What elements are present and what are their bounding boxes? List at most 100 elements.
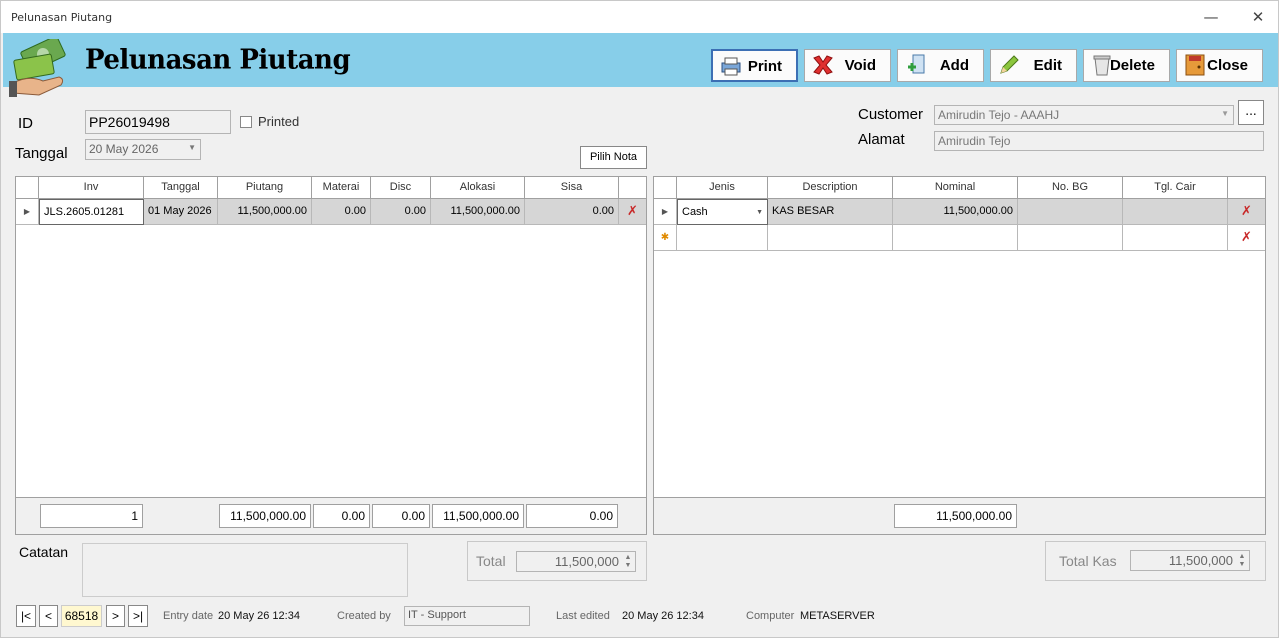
title-bar: Pelunasan Piutang — ✕ bbox=[1, 1, 1278, 33]
nav-first-button[interactable]: |< bbox=[16, 605, 36, 627]
tanggal-datepicker[interactable]: 20 May 2026 ▼ bbox=[85, 139, 201, 160]
catatan-textarea[interactable] bbox=[82, 543, 408, 597]
close-button[interactable]: Close bbox=[1176, 49, 1263, 82]
new-cell-no-bg[interactable] bbox=[1018, 225, 1123, 251]
row-header-corner bbox=[654, 177, 677, 199]
cell-nominal[interactable]: 11,500,000.00 bbox=[893, 199, 1018, 225]
computer-label: Computer bbox=[746, 610, 795, 622]
cell-inv[interactable]: JLS.2605.01281 bbox=[39, 199, 144, 225]
id-label: ID bbox=[18, 115, 33, 132]
cell-no-bg[interactable] bbox=[1018, 199, 1123, 225]
edit-label: Edit bbox=[1033, 57, 1062, 74]
col-alokasi[interactable]: Alokasi bbox=[431, 177, 525, 199]
money-hand-icon bbox=[9, 39, 66, 97]
col-description[interactable]: Description bbox=[768, 177, 893, 199]
nav-prev-button[interactable]: < bbox=[39, 605, 58, 627]
minimize-button[interactable]: — bbox=[1198, 7, 1224, 27]
invoice-grid: Inv Tanggal Piutang Materai Disc Alokasi… bbox=[15, 176, 647, 535]
total-label: Total bbox=[476, 553, 506, 569]
col-piutang[interactable]: Piutang bbox=[218, 177, 312, 199]
col-materai[interactable]: Materai bbox=[312, 177, 371, 199]
col-jenis[interactable]: Jenis bbox=[677, 177, 768, 199]
exit-door-icon bbox=[1185, 54, 1205, 76]
nav-last-button[interactable]: >| bbox=[128, 605, 148, 627]
red-x-icon bbox=[813, 55, 833, 75]
header-banner: Pelunasan Piutang Print Void Add Edit De… bbox=[3, 33, 1278, 97]
print-label: Print bbox=[747, 58, 782, 75]
jenis-value: Cash bbox=[682, 206, 708, 218]
add-label: Add bbox=[939, 57, 969, 74]
record-number[interactable]: 68518 bbox=[61, 605, 102, 627]
created-by-field: IT - Support bbox=[404, 606, 530, 626]
window: Pelunasan Piutang — ✕ Pelunasan Piutang … bbox=[0, 0, 1279, 638]
customer-label: Customer bbox=[858, 106, 924, 123]
new-cell-description[interactable] bbox=[768, 225, 893, 251]
col-delete bbox=[619, 177, 646, 199]
footer-alokasi: 11,500,000.00 bbox=[432, 504, 524, 528]
footer-materai: 0.00 bbox=[313, 504, 370, 528]
printed-label: Printed bbox=[258, 114, 300, 129]
id-field[interactable]: PP26019498 bbox=[85, 110, 231, 134]
print-button[interactable]: Print bbox=[711, 49, 798, 82]
close-label: Close bbox=[1207, 57, 1248, 74]
col-disc[interactable]: Disc bbox=[371, 177, 431, 199]
entry-date-label: Entry date bbox=[163, 610, 214, 622]
col-delete bbox=[1228, 177, 1265, 199]
printed-checkbox[interactable] bbox=[240, 116, 252, 128]
printer-icon bbox=[721, 57, 741, 76]
created-by-label: Created by bbox=[337, 610, 391, 622]
footer-sisa: 0.00 bbox=[526, 504, 618, 528]
total-group: Total 11,500,000 ▲ ▼ bbox=[467, 541, 647, 581]
total-kas-amount: 11,500,000 bbox=[1168, 553, 1233, 568]
void-label: Void bbox=[844, 57, 876, 74]
total-kas-value: 11,500,000 ▲ ▼ bbox=[1130, 550, 1250, 571]
pilih-nota-button[interactable]: Pilih Nota bbox=[580, 146, 647, 169]
delete-label: Delete bbox=[1109, 57, 1155, 74]
col-tanggal[interactable]: Tanggal bbox=[144, 177, 218, 199]
cell-alokasi[interactable]: 11,500,000.00 bbox=[431, 199, 525, 225]
new-cell-nominal[interactable] bbox=[893, 225, 1018, 251]
new-cell-tgl-cair[interactable] bbox=[1123, 225, 1228, 251]
cell-piutang[interactable]: 11,500,000.00 bbox=[218, 199, 312, 225]
void-button[interactable]: Void bbox=[804, 49, 891, 82]
last-edited-label: Last edited bbox=[556, 610, 610, 622]
add-button[interactable]: Add bbox=[897, 49, 984, 82]
col-sisa[interactable]: Sisa bbox=[525, 177, 619, 199]
cell-materai[interactable]: 0.00 bbox=[312, 199, 371, 225]
cell-sisa[interactable]: 0.00 bbox=[525, 199, 619, 225]
col-tgl-cair[interactable]: Tgl. Cair bbox=[1123, 177, 1228, 199]
col-inv[interactable]: Inv bbox=[39, 177, 144, 199]
alamat-label: Alamat bbox=[858, 131, 905, 148]
row-header-corner bbox=[16, 177, 39, 199]
cell-tgl-cair[interactable] bbox=[1123, 199, 1228, 225]
close-window-button[interactable]: ✕ bbox=[1245, 7, 1271, 27]
delete-row-icon[interactable]: ✗ bbox=[619, 199, 646, 225]
chevron-down-icon: ▼ bbox=[1221, 109, 1229, 118]
customer-select[interactable]: Amirudin Tejo - AAAHJ ▼ bbox=[934, 105, 1234, 125]
row-selector-icon: ▶ bbox=[16, 199, 39, 225]
delete-row-icon[interactable]: ✗ bbox=[1228, 225, 1265, 251]
total-value: 11,500,000 ▲ ▼ bbox=[516, 551, 636, 572]
new-cell-jenis[interactable] bbox=[677, 225, 768, 251]
page-title: Pelunasan Piutang bbox=[85, 44, 351, 76]
cell-disc[interactable]: 0.00 bbox=[371, 199, 431, 225]
cell-jenis[interactable]: Cash ▼ bbox=[677, 199, 768, 225]
edit-button[interactable]: Edit bbox=[990, 49, 1077, 82]
entry-date-value: 20 May 26 12:34 bbox=[218, 610, 300, 622]
catatan-label: Catatan bbox=[19, 544, 69, 560]
alamat-field[interactable]: Amirudin Tejo bbox=[934, 131, 1264, 151]
footer-nominal: 11,500,000.00 bbox=[894, 504, 1017, 528]
customer-lookup-button[interactable]: ... bbox=[1238, 100, 1264, 125]
total-kas-label: Total Kas bbox=[1059, 553, 1117, 569]
spinner-icon: ▲ ▼ bbox=[1238, 553, 1246, 568]
nav-next-button[interactable]: > bbox=[106, 605, 125, 627]
delete-button[interactable]: Delete bbox=[1083, 49, 1170, 82]
cell-tanggal[interactable]: 01 May 2026 bbox=[144, 199, 218, 225]
delete-row-icon[interactable]: ✗ bbox=[1228, 199, 1265, 225]
cell-description[interactable]: KAS BESAR bbox=[768, 199, 893, 225]
col-no-bg[interactable]: No. BG bbox=[1018, 177, 1123, 199]
footer-count: 1 bbox=[40, 504, 143, 528]
total-kas-group: Total Kas 11,500,000 ▲ ▼ bbox=[1045, 541, 1266, 581]
col-nominal[interactable]: Nominal bbox=[893, 177, 1018, 199]
invoice-grid-footer: 1 11,500,000.00 0.00 0.00 11,500,000.00 … bbox=[16, 497, 646, 534]
